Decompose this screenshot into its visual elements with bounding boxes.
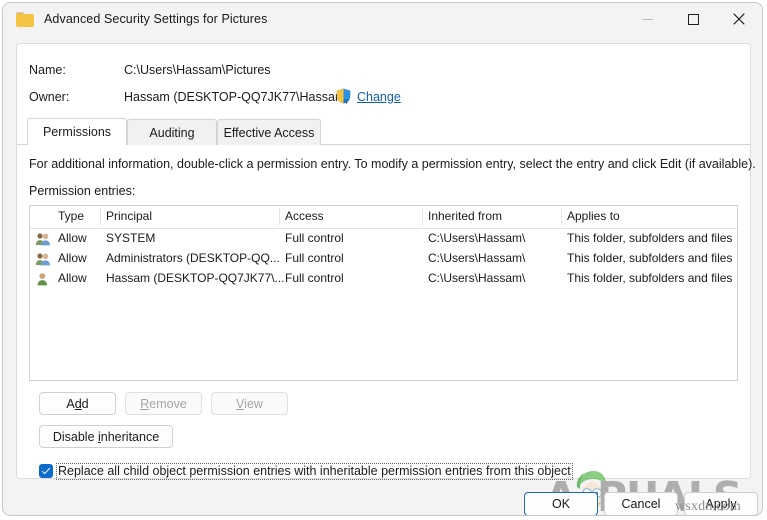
cell-type: Allow xyxy=(58,271,87,285)
group-users-icon xyxy=(35,252,51,266)
description-text: For additional information, double-click… xyxy=(29,157,756,171)
tab-permissions[interactable]: Permissions xyxy=(27,118,127,145)
cell-inherited-from: C:\Users\Hassam\ xyxy=(428,251,526,265)
main-panel: Name: C:\Users\Hassam\Pictures Owner: Ha… xyxy=(16,43,756,515)
owner-row: Owner: Hassam (DESKTOP-QQ7JK77\Hassam) C… xyxy=(29,88,729,108)
tab-strip: Permissions Auditing Effective Access xyxy=(17,118,750,145)
cancel-button[interactable]: Cancel xyxy=(604,492,678,515)
cell-type: Allow xyxy=(58,251,87,265)
replace-child-permissions-label[interactable]: Replace all child object permission entr… xyxy=(56,462,573,480)
column-header-access[interactable]: Access xyxy=(285,209,324,223)
caption-buttons xyxy=(624,3,762,35)
column-header-applies-to[interactable]: Applies to xyxy=(567,209,620,223)
name-label: Name: xyxy=(29,63,66,77)
group-users-icon xyxy=(35,232,51,246)
cell-inherited-from: C:\Users\Hassam\ xyxy=(428,271,526,285)
apply-button[interactable]: Apply xyxy=(684,492,758,515)
cell-applies-to: This folder, subfolders and files xyxy=(567,251,733,265)
column-separator xyxy=(100,208,101,225)
replace-child-permissions-row[interactable]: Replace all child object permission entr… xyxy=(39,462,573,480)
cell-applies-to: This folder, subfolders and files xyxy=(567,231,733,245)
table-row[interactable]: Allow Administrators (DESKTOP-QQ... Full… xyxy=(30,249,737,269)
add-button-label: Add xyxy=(66,396,89,411)
view-button-label: View xyxy=(236,396,263,411)
remove-button[interactable]: Remove xyxy=(125,392,202,415)
tab-effective-access-label: Effective Access xyxy=(223,125,315,140)
tab-effective-access[interactable]: Effective Access xyxy=(217,119,321,145)
tab-auditing-label: Auditing xyxy=(149,125,195,140)
table-row[interactable]: Allow Hassam (DESKTOP-QQ7JK77\... Full c… xyxy=(30,269,737,289)
change-owner-link[interactable]: Change xyxy=(357,90,401,104)
apply-button-label: Apply xyxy=(705,497,737,511)
list-header: Type Principal Access Inherited from App… xyxy=(30,206,737,229)
cell-principal: SYSTEM xyxy=(106,231,156,245)
column-header-inherited-from[interactable]: Inherited from xyxy=(428,209,502,223)
column-separator xyxy=(279,208,280,225)
permission-entries-list[interactable]: Type Principal Access Inherited from App… xyxy=(29,205,738,381)
cancel-button-label: Cancel xyxy=(621,497,661,511)
add-button[interactable]: Add xyxy=(39,392,116,415)
column-header-principal[interactable]: Principal xyxy=(106,209,152,223)
column-header-type[interactable]: Type xyxy=(58,209,84,223)
column-separator xyxy=(561,208,562,225)
cell-access: Full control xyxy=(285,251,344,265)
disable-inheritance-button-label: Disable inheritance xyxy=(52,429,160,444)
name-value: C:\Users\Hassam\Pictures xyxy=(124,63,271,77)
remove-button-label: Remove xyxy=(140,396,187,411)
advanced-security-settings-window: Advanced Security Settings for Pictures xyxy=(2,2,763,516)
view-button[interactable]: View xyxy=(211,392,288,415)
folder-icon xyxy=(16,11,34,27)
owner-value: Hassam (DESKTOP-QQ7JK77\Hassam) xyxy=(124,90,350,104)
owner-label: Owner: xyxy=(29,90,70,104)
cell-access: Full control xyxy=(285,231,344,245)
table-row[interactable]: Allow SYSTEM Full control C:\Users\Hassa… xyxy=(30,229,737,249)
minimize-button[interactable] xyxy=(624,3,670,35)
single-user-icon xyxy=(35,272,51,286)
cell-applies-to: This folder, subfolders and files xyxy=(567,271,733,285)
title-bar: Advanced Security Settings for Pictures xyxy=(3,3,762,35)
tab-permissions-label: Permissions xyxy=(42,125,112,139)
tab-auditing[interactable]: Auditing xyxy=(127,119,217,145)
uac-shield-icon xyxy=(336,88,351,104)
close-button[interactable] xyxy=(716,3,762,35)
disable-inheritance-button[interactable]: Disable inheritance xyxy=(39,425,173,448)
cell-principal: Hassam (DESKTOP-QQ7JK77\... xyxy=(106,271,285,285)
ok-button[interactable]: OK xyxy=(524,492,598,515)
replace-child-permissions-checkbox[interactable] xyxy=(39,464,53,478)
cell-principal: Administrators (DESKTOP-QQ... xyxy=(106,251,280,265)
maximize-button[interactable] xyxy=(670,3,716,35)
window-title: Advanced Security Settings for Pictures xyxy=(44,12,268,26)
permission-entries-label: Permission entries: xyxy=(29,184,136,198)
cell-inherited-from: C:\Users\Hassam\ xyxy=(428,231,526,245)
name-row: Name: C:\Users\Hassam\Pictures xyxy=(29,63,729,79)
column-separator xyxy=(422,208,423,225)
ok-button-label: OK xyxy=(551,497,571,511)
cell-type: Allow xyxy=(58,231,87,245)
cell-access: Full control xyxy=(285,271,344,285)
